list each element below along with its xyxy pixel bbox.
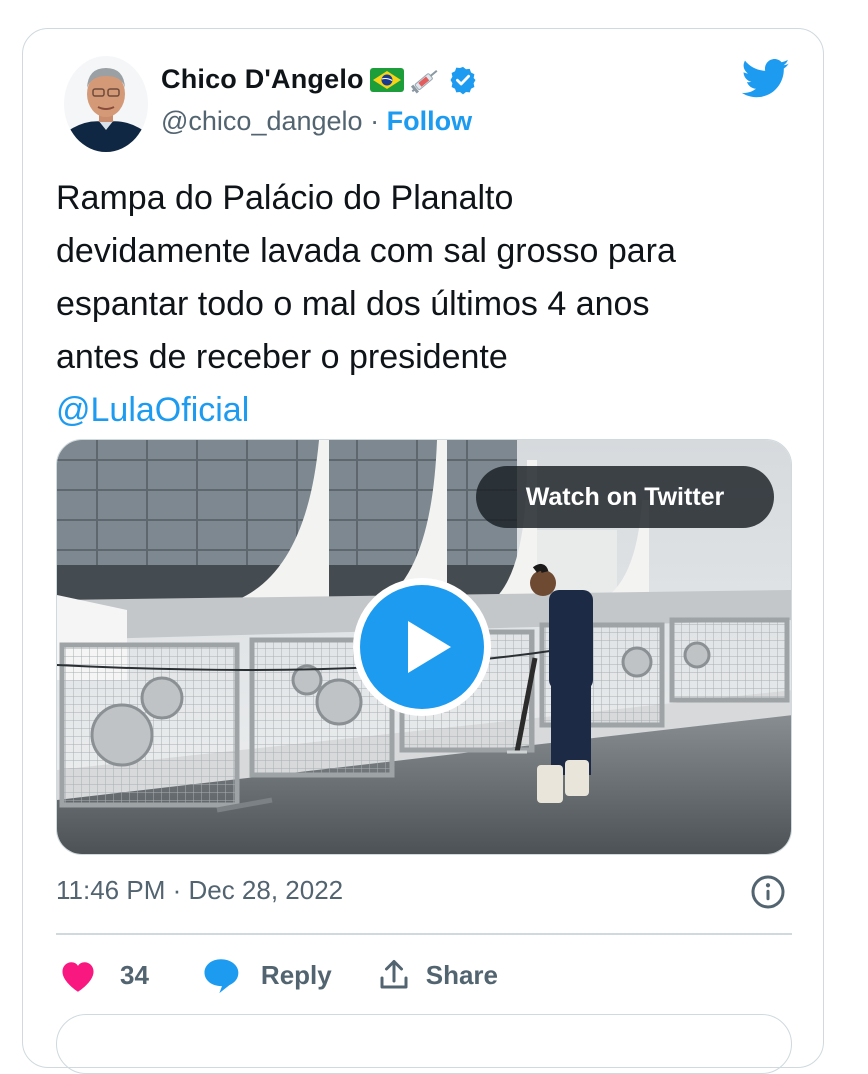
author-handle[interactable]: @chico_dangelo (161, 106, 363, 136)
name-emoji: 🇧🇷💉 (369, 65, 442, 95)
tweet-body: Rampa do Palácio do Planalto devidamente… (56, 179, 676, 376)
tweet-timestamp[interactable]: 11:46 PM · Dec 28, 2022 (56, 875, 343, 906)
mention-link[interactable]: @LulaOficial (56, 384, 796, 437)
read-replies-button[interactable] (56, 1014, 792, 1074)
share-button[interactable]: Share (376, 957, 498, 993)
play-icon (408, 621, 451, 673)
twitter-bird-icon[interactable] (742, 58, 790, 100)
divider (56, 933, 792, 935)
like-button[interactable]: 34 (58, 957, 149, 993)
syringe-icon (410, 69, 438, 93)
reply-button[interactable]: Reply (201, 956, 332, 994)
heart-icon (62, 962, 94, 992)
watch-on-twitter-button[interactable]: Watch on Twitter (476, 466, 774, 528)
tweet-text: Rampa do Palácio do Planalto devidamente… (56, 172, 796, 437)
play-button[interactable] (353, 578, 491, 716)
reply-label: Reply (260, 959, 332, 990)
handle-separator: · (370, 106, 380, 136)
like-count: 34 (120, 959, 149, 990)
author-name-row[interactable]: Chico D'Angelo 🇧🇷💉 (161, 64, 478, 95)
author-name[interactable]: Chico D'Angelo (161, 64, 364, 95)
brazil-flag-icon (369, 67, 404, 92)
verified-badge-icon (450, 66, 476, 94)
tweet-actions: 34 Reply Share (58, 950, 498, 1000)
share-icon (380, 960, 408, 989)
share-label: Share (425, 959, 498, 990)
author-avatar[interactable] (64, 56, 148, 152)
speech-bubble-icon (204, 959, 239, 994)
follow-button[interactable]: Follow (387, 106, 472, 136)
info-icon[interactable] (750, 874, 786, 910)
author-handle-row: @chico_dangelo · Follow (161, 106, 472, 137)
